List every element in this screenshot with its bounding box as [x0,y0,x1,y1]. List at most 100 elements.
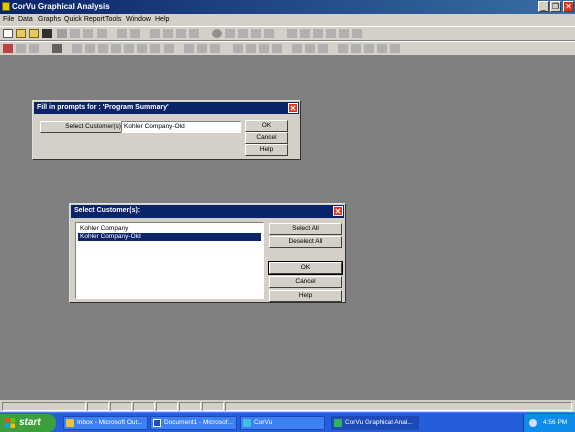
indent-icon[interactable] [351,44,361,53]
count-icon[interactable] [111,44,121,53]
print-icon[interactable] [57,29,67,38]
menu-tools[interactable]: Tools [105,16,121,23]
menu-graphs[interactable]: Graphs [38,16,61,23]
list-item[interactable]: Kohler Company [78,225,261,233]
layout-icon[interactable] [287,29,297,38]
column-chart-icon[interactable] [238,29,248,38]
columns-icon[interactable] [52,44,62,53]
calculation-icon[interactable] [150,44,160,53]
drill-icon[interactable] [197,44,207,53]
ok-button[interactable]: OK [268,261,343,275]
spacing-icon[interactable] [338,44,348,53]
close-icon[interactable]: ✕ [333,206,343,216]
word-icon [153,419,161,427]
circle-tool-icon[interactable] [212,29,222,38]
copy-icon[interactable] [117,29,127,38]
info-icon[interactable] [83,29,93,38]
align-center-icon[interactable] [305,44,315,53]
new-icon[interactable] [3,29,13,38]
minimize-button[interactable]: _ [538,1,549,12]
help-button[interactable]: Help [269,290,342,302]
border-icon[interactable] [313,29,323,38]
menu-window[interactable]: Window [126,16,151,23]
table-icon[interactable] [176,29,186,38]
cancel-button[interactable]: Cancel [269,276,342,288]
link-icon[interactable] [184,44,194,53]
menu-help[interactable]: Help [155,16,169,23]
prompt-dialog-title: Fill in prompts for : 'Program Summary' [37,104,169,111]
save-icon[interactable] [42,29,52,38]
align-right-icon[interactable] [318,44,328,53]
app-title-bar[interactable]: CorVu Graphical Analysis _ ❐ ✕ [0,0,575,14]
cancel-button[interactable]: Cancel [245,132,288,144]
status-panel [133,402,155,411]
align-left-icon[interactable] [292,44,302,53]
paste-icon[interactable] [130,29,140,38]
status-panel [110,402,132,411]
menu-bar: File Data Graphs Quick Report Tools Wind… [0,14,575,26]
select-all-button[interactable]: Select All [269,223,342,235]
area-chart-icon[interactable] [264,29,274,38]
clock: 4:56 PM [543,419,568,426]
taskbar-item-corvu-graphical[interactable]: CorVu Graphical Anal... [331,416,419,430]
zoom-icon[interactable] [163,29,173,38]
fill-icon[interactable] [339,29,349,38]
prompt-dialog: Fill in prompts for : 'Program Summary' … [32,100,301,160]
query-icon[interactable] [16,44,26,53]
help-icon[interactable] [70,29,80,38]
close-icon[interactable]: ✕ [288,103,298,113]
menu-data[interactable]: Data [18,16,33,23]
wizard-icon[interactable] [97,29,107,38]
help-button[interactable]: Help [245,144,288,156]
percent-icon[interactable] [124,44,134,53]
wrap-icon[interactable] [390,44,400,53]
average-icon[interactable] [98,44,108,53]
list-item[interactable]: Kohler Company-Old [78,233,261,241]
align-icon[interactable] [300,29,310,38]
taskbar-item-document1[interactable]: Document1 - Microsof... [150,416,237,430]
refresh-icon[interactable] [210,44,220,53]
app-title: CorVu Graphical Analysis [12,2,110,11]
close-button[interactable]: ✕ [563,1,574,12]
filter-icon[interactable] [29,44,39,53]
select-dialog-title: Select Customer(s): [74,207,141,214]
prompt-dialog-title-bar[interactable]: Fill in prompts for : 'Program Summary' … [34,102,299,114]
customer-listbox[interactable]: Kohler Company Kohler Company-Old [75,222,264,299]
open-icon[interactable] [16,29,26,38]
rank-icon[interactable] [137,44,147,53]
chart-tool-icon[interactable] [150,29,160,38]
sort-icon[interactable] [72,44,82,53]
toolbar-format [0,41,575,55]
grid-icon[interactable] [189,29,199,38]
toolbar-standard [0,26,575,40]
status-panel [2,402,86,411]
status-panel [202,402,224,411]
status-panel [87,402,109,411]
select-dialog-title-bar[interactable]: Select Customer(s): ✕ [71,205,344,218]
function-icon[interactable] [164,44,174,53]
frame-icon[interactable] [326,29,336,38]
windows-flag-icon [5,418,15,428]
volume-icon[interactable] [529,419,537,427]
window-icon[interactable] [352,29,362,38]
italic-icon[interactable] [259,44,269,53]
customer-prompt-field[interactable]: Kohler Company-Old [121,121,241,133]
bold-icon[interactable] [246,44,256,53]
underline-icon[interactable] [272,44,282,53]
restore-button[interactable]: ❐ [550,1,561,12]
taskbar-item-corvu[interactable]: CorVu [240,416,325,430]
justify-icon[interactable] [377,44,387,53]
bar-chart-icon[interactable] [225,29,235,38]
sum-icon[interactable] [85,44,95,53]
open-folder-icon[interactable] [29,29,39,38]
taskbar-item-inbox[interactable]: Inbox - Microsoft Out... [63,416,148,430]
line-chart-icon[interactable] [251,29,261,38]
outdent-icon[interactable] [364,44,374,53]
report-icon[interactable] [3,44,13,53]
menu-file[interactable]: File [3,16,14,23]
font-icon[interactable] [233,44,243,53]
ok-button[interactable]: OK [245,120,288,132]
deselect-all-button[interactable]: Deselect All [269,236,342,248]
start-button[interactable]: start [0,414,56,432]
menu-quick-report[interactable]: Quick Report [64,16,105,23]
